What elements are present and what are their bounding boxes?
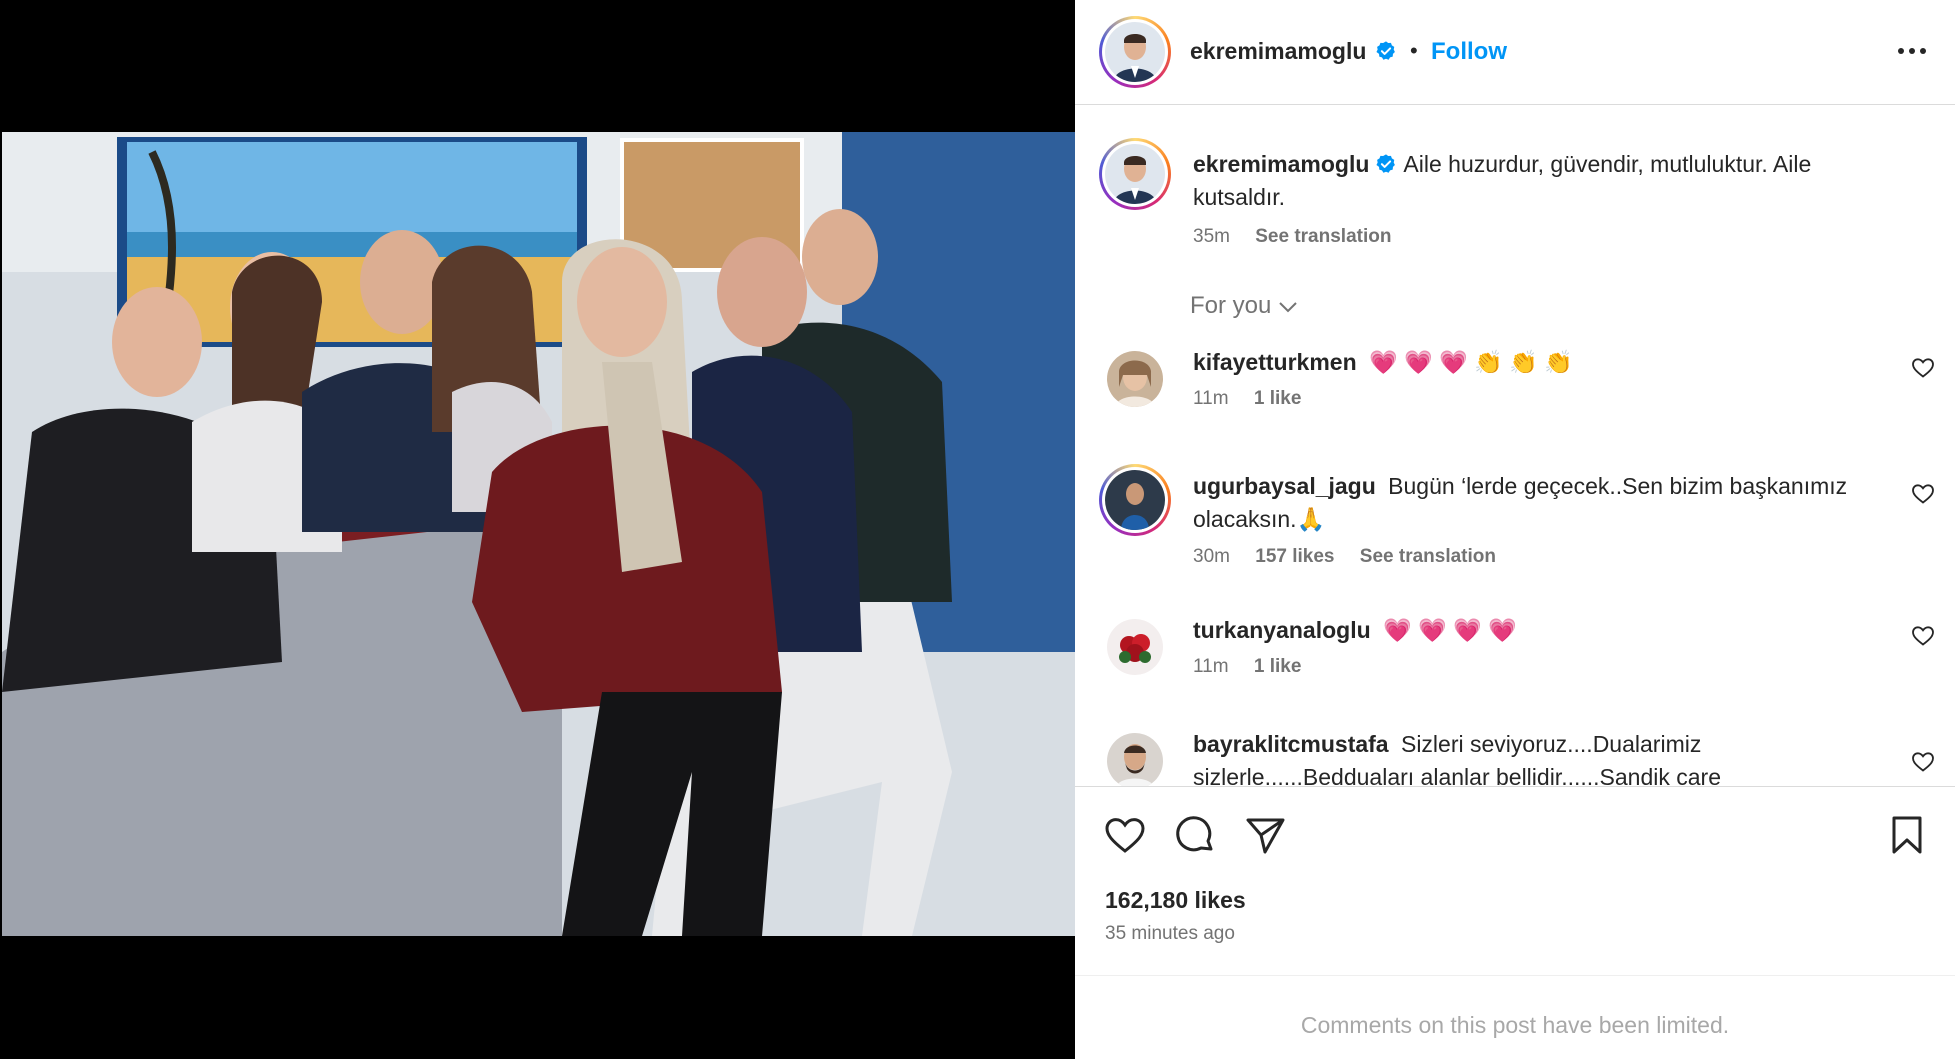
comment-time: 30m [1193, 546, 1230, 567]
like-comment-icon[interactable] [1911, 624, 1935, 648]
author-avatar-image [1105, 22, 1165, 82]
caption-meta: 35m See translation [1193, 226, 1411, 248]
more-options-icon[interactable] [1895, 36, 1929, 66]
comment-username[interactable]: kifayetturkmen [1193, 349, 1357, 375]
author-avatar[interactable] [1099, 16, 1171, 88]
commenter-avatar[interactable] [1107, 619, 1163, 675]
comment-text-block: kifayetturkmen 💗 💗 💗 👏 👏 👏 [1193, 346, 1873, 379]
comment-text: 💗 💗 💗 👏 👏 👏 [1369, 349, 1573, 375]
comment-time: 11m [1193, 656, 1229, 677]
author-username[interactable]: ekremimamoglu [1190, 38, 1366, 64]
comment-username[interactable]: bayraklitcmustafa [1193, 731, 1389, 757]
commenter-avatar[interactable] [1107, 351, 1163, 407]
comment-icon[interactable] [1173, 813, 1217, 857]
comment-sort-label: For you [1190, 292, 1272, 319]
verified-icon [1375, 151, 1397, 173]
comment-text-block: ugurbaysal_jagu Bugün ‘lerde geçecek..Se… [1193, 470, 1873, 536]
caption-text-block: ekremimamoglu Aile huzurdur, güvendir, mu… [1193, 148, 1873, 214]
caption-avatar-image [1105, 144, 1165, 204]
comment-time: 11m [1193, 388, 1229, 409]
comment-sort-dropdown[interactable]: For you [1190, 292, 1299, 320]
post-panel: ekremimamoglu • Follow ekremimamoglu Ail… [1075, 0, 1955, 1059]
comment-meta: 30m 157 likes See translation [1193, 546, 1516, 568]
share-icon[interactable] [1243, 813, 1287, 857]
commenter-avatar[interactable] [1107, 733, 1163, 786]
comment-meta: 11m 1 like [1193, 656, 1321, 678]
comments-section[interactable]: ekremimamoglu Aile huzurdur, güvendir, mu… [1075, 106, 1955, 786]
post-timestamp: 35 minutes ago [1105, 923, 1235, 944]
comment-likes[interactable]: 1 like [1254, 656, 1302, 677]
comment-username[interactable]: ugurbaysal_jagu [1193, 473, 1376, 499]
like-comment-icon[interactable] [1911, 482, 1935, 506]
comment-meta: 11m 1 like [1193, 388, 1321, 410]
post-actions: 162,180 likes 35 minutes ago [1075, 786, 1955, 974]
verified-icon [1375, 40, 1397, 62]
caption-avatar[interactable] [1099, 138, 1171, 210]
likes-count[interactable]: 162,180 likes [1105, 887, 1246, 914]
like-icon[interactable] [1103, 813, 1147, 857]
author-username-container: ekremimamoglu [1190, 38, 1397, 65]
post-photo[interactable] [2, 132, 1075, 936]
post-media[interactable] [0, 0, 1075, 1059]
comments-limited-notice: Comments on this post have been limited. [1300, 1012, 1730, 1038]
comment-username[interactable]: turkanyanaloglu [1193, 617, 1371, 643]
comment-likes[interactable]: 1 like [1254, 388, 1302, 409]
save-icon[interactable] [1885, 813, 1929, 857]
caption-username[interactable]: ekremimamoglu [1193, 151, 1369, 177]
comments-limited-bar: Comments on this post have been limited. [1075, 975, 1955, 1059]
comment-text-block: bayraklitcmustafa Sizleri seviyoruz....D… [1193, 728, 1873, 786]
see-translation-link[interactable]: See translation [1255, 226, 1391, 247]
chevron-down-icon [1279, 301, 1298, 313]
like-comment-icon[interactable] [1911, 356, 1935, 380]
comment-text: 💗 💗 💗 💗 [1383, 617, 1517, 643]
follow-button[interactable]: Follow [1431, 38, 1507, 66]
see-translation-link[interactable]: See translation [1360, 546, 1496, 567]
post-header: ekremimamoglu • Follow [1075, 0, 1955, 105]
comment-likes[interactable]: 157 likes [1255, 546, 1334, 567]
comment-text-block: turkanyanaloglu 💗 💗 💗 💗 [1193, 614, 1873, 647]
family-photo-illustration [2, 132, 1075, 936]
separator-dot: • [1410, 38, 1418, 63]
commenter-avatar[interactable] [1099, 464, 1171, 536]
like-comment-icon[interactable] [1911, 750, 1935, 774]
caption-time: 35m [1193, 226, 1230, 247]
